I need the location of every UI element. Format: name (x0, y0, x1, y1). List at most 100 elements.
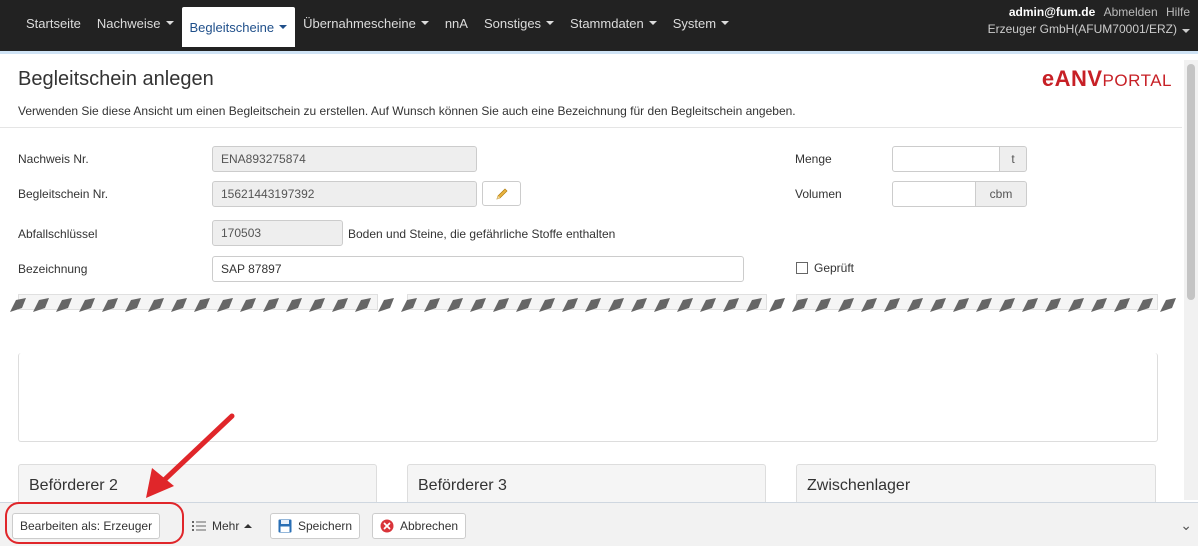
logo-main: eANV (1041, 66, 1103, 91)
chevron-down-icon (165, 21, 174, 25)
nav-item-nna[interactable]: nnA (437, 5, 476, 41)
nav-item-nachweise[interactable]: Nachweise (89, 5, 182, 41)
geprueft-label: Geprüft (814, 261, 855, 275)
nav-item-startseite[interactable]: Startseite (18, 5, 89, 41)
torn-tooth (171, 298, 187, 312)
mehr-label: Mehr (212, 519, 240, 533)
torn-tooth (838, 298, 854, 312)
torn-tooth (217, 298, 233, 312)
nav-item-label: Nachweise (96, 15, 161, 31)
torn-tooth (332, 298, 348, 312)
chevron-down-icon (546, 21, 555, 25)
nav-item-stammdaten[interactable]: Stammdaten (562, 5, 665, 41)
panel-title: Zwischenlager (807, 477, 911, 494)
torn-tooth (1137, 298, 1153, 312)
bezeichnung-label: Bezeichnung (18, 262, 88, 276)
eanv-logo: eANVPORTAL (1042, 66, 1172, 92)
torn-tooth (930, 298, 946, 312)
torn-tooth (700, 298, 716, 312)
torn-tooth (1068, 298, 1084, 312)
scrollbar-thumb[interactable] (1187, 64, 1195, 300)
menge-label: Menge (795, 152, 832, 166)
panel-zwischenlager: Zwischenlager (796, 464, 1156, 504)
torn-tooth (792, 298, 808, 312)
page-title: Begleitschein anlegen (18, 68, 214, 90)
torn-tooth (1114, 298, 1130, 312)
torn-tooth (769, 298, 785, 312)
chevron-down-icon (279, 25, 288, 29)
torn-tooth (631, 298, 647, 312)
panel-title: Beförderer 3 (418, 477, 507, 494)
torn-tooth (1045, 298, 1061, 312)
help-link[interactable]: Hilfe (1166, 5, 1190, 19)
torn-tooth (378, 298, 394, 312)
torn-tooth (194, 298, 210, 312)
nav-item-label: Stammdaten (570, 15, 644, 31)
torn-tooth (148, 298, 164, 312)
chevron-down-icon[interactable]: ⌄ (1180, 517, 1192, 534)
torn-tooth (355, 298, 371, 312)
speichern-button[interactable]: Speichern (270, 513, 361, 539)
nav-item-label: Begleitscheine (189, 19, 275, 35)
torn-tooth (815, 298, 831, 312)
volumen-input[interactable] (892, 181, 976, 207)
logo-sub: PORTAL (1102, 71, 1172, 90)
begleitschein-label: Begleitschein Nr. (18, 187, 109, 201)
begleitschein-field: 15621443197392 (212, 181, 477, 207)
speichern-label: Speichern (298, 519, 353, 533)
torn-tooth (562, 298, 578, 312)
main-menu: Startseite Nachweise Begleitscheine Übernah… (18, 0, 737, 47)
top-navbar: Startseite Nachweise Begleitscheine Übernah… (0, 0, 1198, 54)
edit-number-button[interactable] (482, 181, 521, 206)
torn-tooth (677, 298, 693, 312)
torn-tooth (56, 298, 72, 312)
abbrechen-label: Abbrechen (400, 519, 459, 533)
nav-item-label: System (672, 15, 717, 31)
mehr-button[interactable]: Mehr (185, 513, 259, 539)
chevron-down-icon (648, 21, 657, 25)
menge-unit: t (999, 146, 1027, 172)
nav-item-übernahmescheine[interactable]: Übernahmescheine (295, 5, 437, 41)
torn-tooth (723, 298, 739, 312)
torn-tooth (884, 298, 900, 312)
bearbeiten-label: Bearbeiten als: Erzeuger (20, 519, 153, 533)
nav-item-begleitscheine[interactable]: Begleitscheine (181, 7, 296, 47)
volumen-label: Volumen (795, 187, 842, 201)
abbrechen-button[interactable]: Abbrechen (372, 513, 467, 539)
torn-tooth (263, 298, 279, 312)
geprueft-checkbox[interactable] (796, 262, 808, 274)
nav-item-system[interactable]: System (665, 5, 737, 41)
torn-tooth (447, 298, 463, 312)
torn-tooth (240, 298, 256, 312)
torn-tooth (861, 298, 877, 312)
company-selector[interactable]: Erzeuger GmbH(AFUM70001/ERZ) (988, 21, 1190, 38)
nav-item-label: Startseite (26, 15, 81, 31)
torn-tooth (585, 298, 601, 312)
torn-tooth (493, 298, 509, 312)
pencil-icon (495, 188, 507, 200)
bezeichnung-input[interactable]: SAP 87897 (212, 256, 744, 282)
torn-tooth (424, 298, 440, 312)
torn-tooth (516, 298, 532, 312)
cancel-icon (380, 519, 394, 533)
company-label: Erzeuger GmbH(AFUM70001/ERZ) (987, 22, 1177, 36)
user-email: admin@fum.de (1008, 5, 1096, 19)
torn-tooth (1091, 298, 1107, 312)
intro-text: Verwenden Sie diese Ansicht um einen Beg… (18, 104, 796, 118)
user-area: admin@fum.de Abmelden Hilfe Erzeuger Gmb… (988, 4, 1190, 38)
nachweis-field: ENA893275874 (212, 146, 477, 172)
torn-tooth (470, 298, 486, 312)
list-icon (192, 521, 206, 531)
torn-tooth (999, 298, 1015, 312)
torn-tooth (401, 298, 417, 312)
torn-tooth (907, 298, 923, 312)
logout-link[interactable]: Abmelden (1104, 5, 1158, 19)
torn-tooth (33, 298, 49, 312)
nav-item-sonstiges[interactable]: Sonstiges (476, 5, 562, 41)
torn-tooth (746, 298, 762, 312)
torn-tooth (608, 298, 624, 312)
menge-input[interactable] (892, 146, 1000, 172)
bearbeiten-als-button[interactable]: Bearbeiten als: Erzeuger (12, 513, 161, 539)
nav-item-label: Sonstiges (483, 15, 542, 31)
torn-tooth (102, 298, 118, 312)
